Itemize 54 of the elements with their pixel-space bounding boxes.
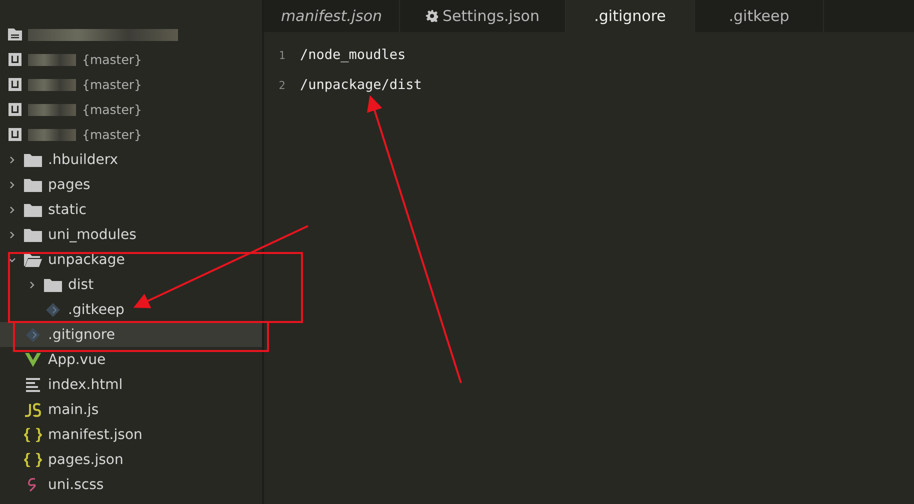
branch-label[interactable]: {master} (82, 52, 142, 67)
chevron-down-icon[interactable] (8, 256, 16, 264)
workspace-icon (8, 28, 22, 41)
file-item[interactable]: manifest.json (0, 422, 262, 447)
chevron-right-icon[interactable] (8, 206, 16, 214)
js-file-icon (24, 402, 42, 416)
diamond-file-icon (24, 328, 42, 342)
editor-tab[interactable]: .gitkeep (695, 0, 824, 32)
code-line: /node_moudles (300, 47, 406, 63)
diamond-file-icon (44, 302, 62, 316)
text-lines-icon (24, 378, 42, 392)
project-icon (8, 53, 22, 66)
braces-icon (24, 452, 42, 466)
line-number: 2 (278, 78, 286, 92)
chevron-right-icon[interactable] (28, 280, 36, 288)
folder-item[interactable]: uni_modules (0, 222, 262, 247)
file-item[interactable]: uni.scss (0, 472, 262, 497)
redacted-project-name (28, 54, 76, 66)
gear-icon (426, 10, 438, 22)
chevron-right-icon[interactable] (8, 230, 16, 238)
chevron-right-icon[interactable] (8, 180, 16, 188)
chevron-right-icon[interactable] (8, 156, 16, 164)
folder-icon (44, 278, 62, 292)
folder-item[interactable]: unpackage (0, 247, 262, 272)
code-line: /unpackage/dist (300, 77, 422, 93)
file-item[interactable]: .gitkeep (0, 297, 262, 322)
folder-item[interactable]: static (0, 197, 262, 222)
folder-icon (24, 228, 42, 242)
folder-item[interactable]: pages (0, 172, 262, 197)
file-item[interactable]: App.vue (0, 347, 262, 372)
folder-icon (24, 202, 42, 216)
editor-tab[interactable]: manifest.json (264, 0, 400, 32)
vue-file-icon (24, 352, 42, 366)
branch-label[interactable]: {master} (82, 102, 142, 117)
branch-label[interactable]: {master} (82, 77, 142, 92)
file-item[interactable]: main.js (0, 397, 262, 422)
editor-tab[interactable]: .gitignore (566, 0, 695, 32)
folder-icon (24, 152, 42, 166)
folder-item[interactable]: dist (0, 272, 262, 297)
line-number: 1 (278, 48, 286, 62)
folder-item[interactable]: .hbuilderx (0, 147, 262, 172)
redacted-project-name (28, 128, 76, 140)
open-folder-icon (24, 252, 42, 266)
branch-label[interactable]: {master} (82, 127, 142, 142)
file-item[interactable]: pages.json (0, 447, 262, 472)
file-item[interactable]: index.html (0, 372, 262, 397)
file-item[interactable]: .gitignore (0, 322, 262, 347)
braces-icon (24, 428, 42, 442)
folder-icon (24, 178, 42, 192)
redacted-project-name (28, 104, 76, 116)
redacted-project-name (28, 78, 76, 90)
project-icon (8, 103, 22, 116)
project-icon (8, 78, 22, 91)
project-icon (8, 128, 22, 141)
